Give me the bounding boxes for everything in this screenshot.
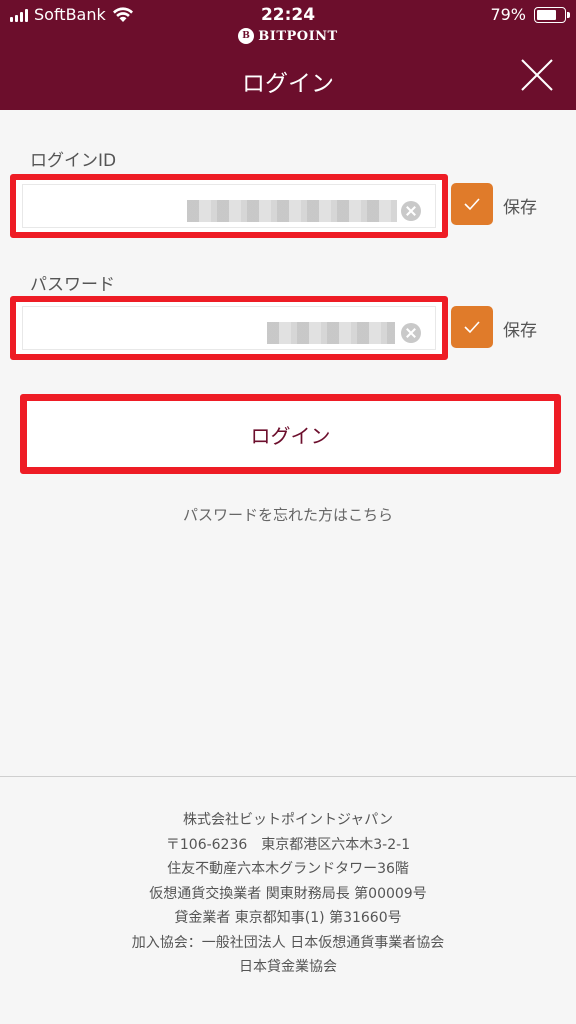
- page-title: ログイン: [242, 71, 334, 97]
- brand-mark-icon: B: [238, 28, 255, 44]
- save-password-checkbox[interactable]: [451, 306, 493, 348]
- save-login-id-label: 保存: [503, 198, 537, 218]
- login-button-highlight: ログイン: [20, 394, 561, 474]
- check-icon: [464, 321, 480, 334]
- clear-password-icon[interactable]: [401, 323, 421, 343]
- status-bar: SoftBank 22:24 79%: [0, 4, 576, 28]
- company-info: 株式会社ビットポイントジャパン 〒106-6236 東京都港区六本木3-2-1 …: [0, 808, 576, 980]
- company-address: 〒106-6236 東京都港区六本木3-2-1: [165, 836, 411, 853]
- battery-percent: 79%: [490, 5, 526, 24]
- password-masked-value: [267, 322, 395, 344]
- login-id-label: ログインID: [30, 151, 117, 171]
- association-membership-2: 日本貸金業協会: [239, 959, 337, 975]
- password-highlight: [10, 296, 448, 360]
- brand-name: BITPOINT: [258, 28, 338, 44]
- save-login-id-checkbox[interactable]: [451, 183, 493, 225]
- exchange-registration: 仮想通貨交換業者 関東財務局長 第00009号: [149, 885, 427, 902]
- footer-divider: [0, 776, 576, 777]
- association-membership: 加入協会：一般社団法人 日本仮想通貨事業者協会: [131, 934, 445, 951]
- battery-group: 79%: [490, 5, 570, 24]
- company-name: 株式会社ビットポイントジャパン: [183, 812, 393, 828]
- login-button[interactable]: ログイン: [27, 401, 554, 467]
- brand-logo: B BITPOINT: [0, 28, 576, 44]
- lender-registration: 貸金業者 東京都知事(1) 第31660号: [174, 910, 402, 926]
- login-id-input[interactable]: [22, 184, 436, 228]
- company-building: 住友不動産六本木グランドタワー36階: [167, 861, 409, 877]
- close-icon[interactable]: [520, 58, 554, 92]
- login-id-masked-value: [187, 200, 397, 222]
- clear-login-id-icon[interactable]: [401, 201, 421, 221]
- check-icon: [464, 198, 480, 211]
- login-id-highlight: [10, 174, 448, 238]
- password-input[interactable]: [22, 306, 436, 350]
- forgot-password-link[interactable]: パスワードを忘れた方はこちら: [0, 504, 576, 525]
- battery-icon: [534, 6, 570, 23]
- password-label: パスワード: [30, 275, 115, 295]
- app-header: SoftBank 22:24 79% B BITPOINT ログイン: [0, 0, 576, 110]
- save-password-label: 保存: [503, 321, 537, 341]
